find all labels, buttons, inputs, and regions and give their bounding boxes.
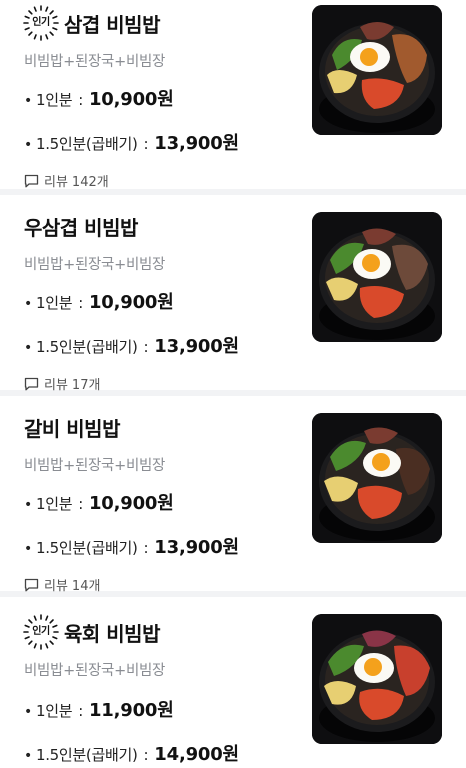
- badge-label: 인기: [32, 626, 50, 637]
- price-row: • 1인분 : 10,900원: [24, 85, 306, 111]
- title-row: 인기 삼겹 비빔밥: [23, 5, 306, 41]
- title-row: 갈비 비빔밥: [24, 412, 306, 442]
- menu-image[interactable]: [312, 614, 442, 744]
- bullet: •: [24, 93, 32, 109]
- price-row: • 1인분 : 10,900원: [24, 489, 306, 515]
- chat-bubble-icon: [24, 174, 39, 187]
- price-value: 13,900원: [154, 336, 239, 357]
- bullet: •: [24, 748, 32, 764]
- colon: :: [143, 746, 149, 764]
- badge-label: 인기: [32, 17, 50, 28]
- colon: :: [143, 539, 149, 557]
- menu-info: 우삼겹 비빔밥 비빔밥+된장국+비빔장 • 1인분 : 10,900원 • 1.…: [24, 195, 306, 394]
- menu-image[interactable]: [312, 5, 442, 135]
- menu-title: 육회 비빔밥: [64, 621, 160, 646]
- menu-info: 인기 육회 비빔밥 비빔밥+된장국+비빔장 • 1인분 : 11,900원 • …: [23, 597, 306, 766]
- bullet: •: [24, 541, 32, 557]
- review-link[interactable]: 리뷰 17개: [24, 374, 306, 393]
- menu-description: 비빔밥+된장국+비빔장: [24, 458, 166, 474]
- bullet: •: [24, 340, 32, 356]
- menu-description: 비빔밥+된장국+비빔장: [24, 54, 166, 70]
- price-row: • 1.5인분(곱배기) : 13,900원: [24, 533, 306, 559]
- menu-image[interactable]: [312, 212, 442, 342]
- price-option-label: 1인분: [35, 702, 73, 720]
- popular-badge: 인기: [22, 4, 60, 42]
- yukhoe-bibimbap-photo: [312, 614, 442, 744]
- price-value: 13,900원: [154, 537, 239, 558]
- review-link[interactable]: 리뷰 14개: [24, 575, 306, 594]
- menu-info: 인기 삼겹 비빔밥 비빔밥+된장국+비빔장 • 1인분 : 10,900원 • …: [23, 0, 306, 190]
- menu-description: 비빔밥+된장국+비빔장: [24, 663, 166, 679]
- price-row: • 1.5인분(곱배기) : 13,900원: [24, 332, 306, 358]
- menu-info: 갈비 비빔밥 비빔밥+된장국+비빔장 • 1인분 : 10,900원 • 1.5…: [24, 396, 306, 595]
- price-value: 10,900원: [88, 292, 174, 313]
- review-count: 17개: [71, 378, 101, 393]
- menu-title: 갈비 비빔밥: [24, 416, 120, 441]
- colon: :: [143, 135, 149, 153]
- menu-description: 비빔밥+된장국+비빔장: [24, 257, 166, 273]
- chat-bubble-icon: [24, 578, 39, 591]
- menu-list: 인기 삼겹 비빔밥 비빔밥+된장국+비빔장 • 1인분 : 10,900원 • …: [0, 0, 466, 768]
- title-row: 인기 육회 비빔밥: [23, 614, 306, 650]
- menu-item[interactable]: 인기 육회 비빔밥 비빔밥+된장국+비빔장 • 1인분 : 11,900원 • …: [0, 597, 466, 768]
- price-value: 10,900원: [88, 493, 174, 514]
- price-row: • 1.5인분(곱배기) : 14,900원: [24, 740, 306, 766]
- menu-item[interactable]: 우삼겹 비빔밥 비빔밥+된장국+비빔장 • 1인분 : 10,900원 • 1.…: [0, 195, 466, 396]
- price-option-label: 1.5인분(곱배기): [35, 746, 138, 764]
- review-label: 리뷰: [44, 579, 68, 594]
- popular-badge: 인기: [22, 613, 60, 651]
- review-count: 14개: [71, 579, 101, 594]
- price-option-label: 1인분: [35, 91, 73, 109]
- price-option-label: 1인분: [35, 294, 73, 312]
- bullet: •: [24, 497, 32, 513]
- menu-title: 삼겹 비빔밥: [64, 12, 160, 37]
- colon: :: [78, 495, 83, 513]
- samgyeop-bibimbap-photo: [312, 5, 442, 135]
- price-option-label: 1.5인분(곱배기): [35, 338, 138, 356]
- price-value: 11,900원: [88, 700, 174, 721]
- chat-bubble-icon: [24, 377, 39, 390]
- review-count: 142개: [71, 175, 109, 190]
- menu-item[interactable]: 인기 삼겹 비빔밥 비빔밥+된장국+비빔장 • 1인분 : 10,900원 • …: [0, 0, 466, 195]
- bullet: •: [24, 704, 32, 720]
- price-option-label: 1.5인분(곱배기): [35, 539, 138, 557]
- colon: :: [78, 91, 83, 109]
- menu-title: 우삼겹 비빔밥: [24, 215, 138, 240]
- bullet: •: [24, 296, 32, 312]
- menu-image[interactable]: [312, 413, 442, 543]
- review-link[interactable]: 리뷰 142개: [24, 171, 306, 190]
- price-option-label: 1.5인분(곱배기): [35, 135, 138, 153]
- colon: :: [78, 702, 83, 720]
- title-row: 우삼겹 비빔밥: [24, 211, 306, 241]
- price-value: 14,900원: [154, 744, 239, 765]
- price-row: • 1.5인분(곱배기) : 13,900원: [24, 129, 306, 155]
- galbi-bibimbap-photo: [312, 413, 442, 543]
- usamgyeop-bibimbap-photo: [312, 212, 442, 342]
- menu-item[interactable]: 갈비 비빔밥 비빔밥+된장국+비빔장 • 1인분 : 10,900원 • 1.5…: [0, 396, 466, 597]
- review-label: 리뷰: [44, 175, 68, 190]
- review-label: 리뷰: [44, 378, 68, 393]
- colon: :: [143, 338, 149, 356]
- colon: :: [78, 294, 83, 312]
- bullet: •: [24, 137, 32, 153]
- price-option-label: 1인분: [35, 495, 73, 513]
- price-row: • 1인분 : 10,900원: [24, 288, 306, 314]
- price-value: 13,900원: [154, 133, 239, 154]
- price-row: • 1인분 : 11,900원: [24, 696, 306, 722]
- price-value: 10,900원: [88, 89, 174, 110]
